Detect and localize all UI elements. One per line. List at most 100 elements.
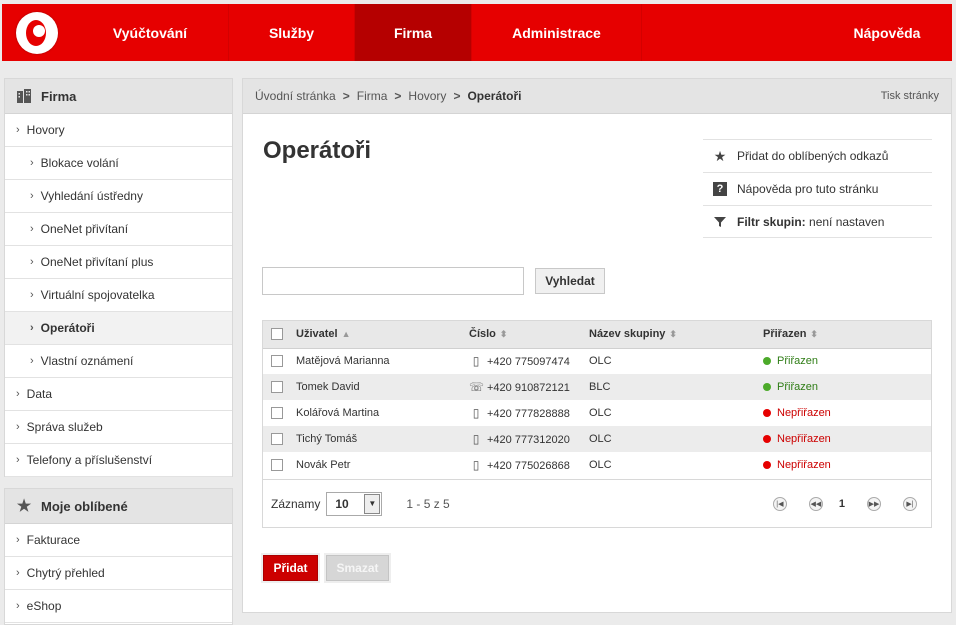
number-text: +420 775026868: [487, 460, 570, 472]
row-checkbox[interactable]: [271, 407, 283, 420]
first-page-icon[interactable]: |◀: [772, 496, 787, 511]
breadcrumb-hovory[interactable]: Hovory: [408, 89, 446, 103]
group-filter-link[interactable]: Filtr skupin: není nastaven: [703, 205, 932, 238]
status-text: Přiřazen: [777, 381, 818, 393]
nav-firma[interactable]: Firma: [355, 4, 472, 61]
table-row[interactable]: Tomek David ☏ +420 910872121 BLC Přiřazen: [263, 374, 931, 400]
vodafone-logo[interactable]: [2, 4, 72, 61]
current-page[interactable]: 1: [839, 498, 845, 510]
column-header-number[interactable]: Číslo ⬍: [469, 321, 589, 349]
sidebar-item-label: Vlastní oznámení: [40, 354, 134, 368]
table-row[interactable]: Kolářová Martina ▯ +420 777828888 OLC Nep…: [263, 400, 931, 426]
sidebar-item-onenet-privitani-plus[interactable]: › OneNet přivítaní plus: [5, 246, 232, 279]
sidebar-item-label: Blokace volání: [40, 156, 119, 170]
mobile-phone-icon: ▯: [472, 406, 480, 420]
breadcrumb-home[interactable]: Úvodní stránka: [255, 89, 336, 103]
sidebar-item-label: Telefony a příslušenství: [26, 453, 153, 467]
cell-user: Tomek David: [296, 374, 469, 400]
breadcrumb-separator: >: [453, 89, 461, 103]
search-button[interactable]: Vyhledat: [535, 268, 605, 294]
breadcrumb-firma[interactable]: Firma: [357, 89, 388, 103]
row-checkbox[interactable]: [271, 459, 283, 472]
nav-vyuctovani[interactable]: Vyúčtování: [72, 4, 229, 61]
sidebar-item-label: Vyhledání ústředny: [40, 189, 143, 203]
cell-status: Nepřiřazen: [763, 400, 931, 426]
chevron-right-icon: ›: [30, 322, 34, 334]
pagination: |◀ ◀◀ 1 ▶▶ ▶|: [751, 496, 917, 511]
sidebar-item-label: OneNet přivítaní plus: [40, 255, 154, 269]
row-checkbox[interactable]: [271, 381, 283, 394]
sidebar-item-fakturace[interactable]: › Fakturace: [5, 524, 232, 557]
sidebar-item-label: Data: [26, 387, 53, 401]
sidebar-header-favorites: ★ Moje oblíbené: [5, 489, 232, 524]
cell-group: OLC: [589, 407, 612, 419]
table-row[interactable]: Novák Petr ▯ +420 775026868 OLC Nepřiřaze…: [263, 452, 931, 478]
sidebar-item-vyhledani-ustredny[interactable]: › Vyhledání ústředny: [5, 180, 232, 213]
status-dot-icon: [763, 435, 771, 444]
sidebar-item-sprava-sluzeb[interactable]: › Správa služeb: [5, 411, 232, 444]
table-row[interactable]: Tichý Tomáš ▯ +420 777312020 OLC Nepřiřaz…: [263, 426, 931, 452]
page-title: Operátoři: [263, 137, 372, 164]
sort-icon: ⬍: [499, 329, 508, 340]
sidebar-item-data[interactable]: › Data: [5, 378, 232, 411]
page-size-select[interactable]: 10 ▼: [326, 491, 383, 516]
status-dot-icon: [763, 383, 771, 392]
sidebar-item-label: Fakturace: [26, 533, 81, 547]
mobile-phone-icon: ▯: [472, 354, 480, 369]
sidebar-favorites: ★ Moje oblíbené › Fakturace › Chytrý přehl…: [4, 488, 233, 625]
delete-button[interactable]: Smazat: [326, 555, 389, 581]
sidebar-item-onenet-privitani[interactable]: › OneNet přivítaní: [5, 213, 232, 246]
column-header-assigned[interactable]: Přiřazen ⬍: [763, 321, 931, 349]
chevron-right-icon: ›: [16, 421, 20, 433]
sidebar-item-virtualni-spojovatelka[interactable]: › Virtuální spojovatelka: [5, 279, 232, 312]
sidebar-header-firma: Firma: [5, 79, 232, 114]
status-dot-icon: [763, 409, 771, 418]
mobile-phone-icon: ▯: [472, 458, 480, 472]
nav-administrace[interactable]: Administrace: [472, 4, 642, 61]
sidebar-item-operatori[interactable]: › Operátoři: [5, 312, 232, 345]
number-text: +420 775097474: [487, 356, 570, 369]
row-checkbox[interactable]: [271, 355, 283, 368]
add-favorite-link[interactable]: ★ Přidat do oblíbených odkazů: [703, 139, 932, 172]
search-input[interactable]: [262, 267, 524, 295]
cell-number: ▯ +420 777828888: [469, 400, 589, 426]
table-row[interactable]: Matějová Marianna ▯ +420 775097474 OLC Př…: [263, 348, 931, 374]
filter-label: Filtr skupin:: [737, 214, 806, 229]
cell-number: ☏ +420 910872121: [469, 374, 589, 400]
sidebar-item-chytry-prehled[interactable]: › Chytrý přehled: [5, 557, 232, 590]
page-help-link[interactable]: ? Nápověda pro tuto stránku: [703, 172, 932, 205]
sidebar-title: Moje oblíbené: [41, 498, 128, 514]
building-icon: [15, 87, 33, 105]
sidebar-item-label: OneNet přivítaní: [40, 222, 129, 236]
sidebar-item-label: Hovory: [26, 123, 65, 137]
dropdown-arrow-icon[interactable]: ▼: [364, 493, 381, 514]
cell-status: Přiřazen: [763, 374, 931, 400]
add-button[interactable]: Přidat: [263, 555, 318, 581]
nav-napoveda[interactable]: Nápověda: [822, 4, 952, 61]
sidebar-item-telefony[interactable]: › Telefony a příslušenství: [5, 444, 232, 477]
sidebar-item-blokace-volani[interactable]: › Blokace volání: [5, 147, 232, 180]
sidebar-item-label: Virtuální spojovatelka: [40, 288, 155, 302]
select-all-checkbox[interactable]: [271, 328, 283, 341]
prev-page-icon[interactable]: ◀◀: [808, 496, 823, 511]
column-header-user[interactable]: Uživatel ▲: [296, 321, 469, 349]
column-header-group[interactable]: Název skupiny ⬍: [589, 321, 763, 349]
row-checkbox[interactable]: [271, 433, 283, 446]
sort-icon: ⬍: [810, 329, 818, 340]
sidebar-item-label: eShop: [26, 599, 62, 613]
cell-number: ▯ +420 775097474: [469, 348, 589, 374]
table-header-row: Uživatel ▲ Číslo ⬍ Název skupiny ⬍ Přiřazen…: [263, 321, 931, 349]
sidebar-item-hovory[interactable]: › Hovory: [5, 114, 232, 147]
breadcrumb-current: Operátoři: [467, 89, 522, 103]
last-page-icon[interactable]: ▶|: [903, 496, 917, 511]
top-navigation: Vyúčtování Služby Firma Administrace Náp…: [2, 4, 952, 61]
print-page-link[interactable]: Tisk stránky: [881, 90, 939, 102]
sidebar-item-eshop[interactable]: › eShop: [5, 590, 232, 623]
chevron-right-icon: ›: [16, 454, 20, 466]
sidebar-item-label: Správa služeb: [26, 420, 103, 434]
sidebar-item-vlastni-oznameni[interactable]: › Vlastní oznámení: [5, 345, 232, 378]
cell-status: Přiřazen: [763, 348, 931, 374]
nav-sluzby[interactable]: Služby: [229, 4, 355, 61]
next-page-icon[interactable]: ▶▶: [867, 496, 881, 511]
filter-value: není nastaven: [809, 214, 885, 229]
